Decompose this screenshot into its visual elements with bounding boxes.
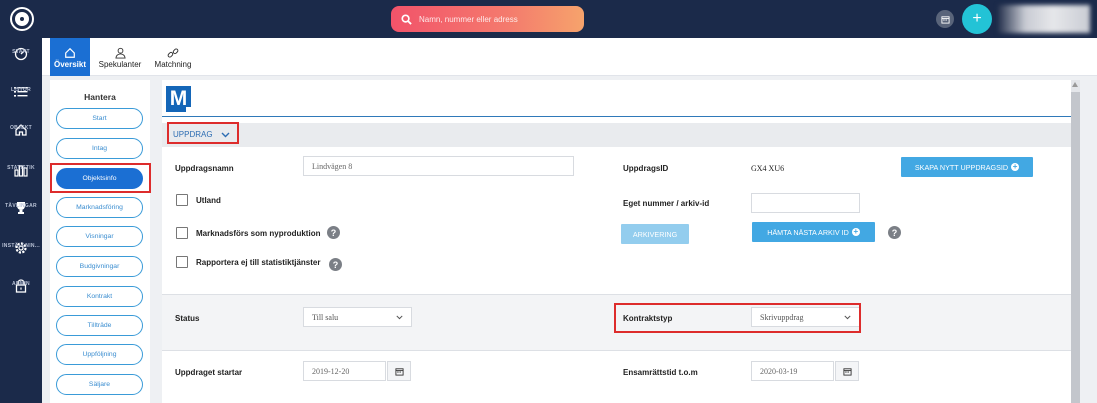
uppdragsid-label: UppdragsID [623,164,669,173]
highlight-kontraktstyp [614,303,861,333]
tab-label: Spekulanter [98,59,142,69]
ensamratt-input[interactable]: 2020-03-19 [751,361,834,381]
eget-nummer-label: Eget nummer / arkiv-id [623,199,710,208]
tab-label: Matchning [154,59,192,69]
search-input[interactable] [419,14,569,24]
manage-panel: Hantera Start Intag Objektsinfo Marknads… [50,80,150,403]
section-bar: UPPDRAG [162,123,1071,147]
uppdragsid-value: GX4 XU6 [751,164,785,173]
calendar-icon [842,367,852,376]
uppdragsnamn-label: Uppdragsnamn [175,164,234,173]
chevron-down-icon [396,315,403,319]
calendar-icon [940,15,950,24]
uppdragsnamn-input[interactable]: Lindvägen 8 [303,156,574,176]
startar-label: Uppdraget startar [175,368,243,377]
manage-item-uppfoljning[interactable]: Uppföljning [56,344,143,365]
manage-item-budgivningar[interactable]: Budgivningar [56,256,143,277]
people-icon [114,46,127,60]
status-select[interactable]: Till salu [303,307,412,327]
main-panel: M UPPDRAG Uppdragsnamn Lindvägen 8 Uppdr… [162,80,1071,403]
row-divider [162,294,1071,295]
tab-matchning[interactable]: Matchning [148,38,198,76]
header-divider [162,116,1071,117]
top-bar: + [0,0,1097,38]
rail-item-objekt[interactable]: OBJEKT [0,122,42,138]
manage-item-marknadsforing[interactable]: Marknadsföring [56,197,143,218]
eget-nummer-input[interactable] [751,193,860,213]
left-rail: START LISTOR OBJEKT STATISTIK TÄVLINGAR … [0,38,42,403]
link-icon [167,46,179,60]
skapa-label: SKAPA NYTT UPPDRAGSID [914,162,1009,172]
help-icon[interactable]: ? [327,226,340,239]
brand-logo: M [166,86,191,112]
plus-circle-icon: + [1011,162,1020,171]
manage-item-tilltrade[interactable]: Tillträde [56,315,143,336]
help-icon[interactable]: ? [888,226,901,239]
manage-item-visningar[interactable]: Visningar [56,226,143,247]
app-logo[interactable] [10,7,34,31]
startar-input[interactable]: 2019-12-20 [303,361,386,381]
hamta-arkiv-id-button[interactable]: HÄMTA NÄSTA ARKIV ID + [752,222,875,242]
nyproduktion-checkbox[interactable] [176,227,188,239]
rail-item-statistik[interactable]: STATISTIK [0,162,42,178]
user-menu[interactable] [998,5,1090,33]
rail-label: START [12,49,30,55]
rail-label: ADMIN [12,281,30,287]
utland-label: Utland [196,196,221,205]
rail-label: STATISTIK [7,165,35,171]
help-icon[interactable]: ? [329,258,342,271]
rail-label: INSTÄLLNIN... [2,243,40,249]
rail-item-tavlingar[interactable]: TÄVLINGAR [0,200,42,216]
manage-item-intag[interactable]: Intag [56,138,143,159]
ensamratt-date-button[interactable] [835,361,859,381]
manage-item-kontrakt[interactable]: Kontrakt [56,286,143,307]
tab-label: Översikt [53,59,87,69]
hamta-label: HÄMTA NÄSTA ARKIV ID [767,227,849,237]
tab-bar: Översikt Spekulanter Matchning [42,38,1097,76]
rail-item-start[interactable]: START [0,46,42,62]
nyproduktion-label: Marknadsförs som nyproduktion [196,229,321,238]
startar-date-button[interactable] [387,361,411,381]
add-button[interactable]: + [962,4,992,34]
rail-item-admin[interactable]: ADMIN [0,278,42,294]
scrollbar-thumb[interactable] [1071,92,1080,403]
manage-title: Hantera [84,92,116,102]
rail-item-listor[interactable]: LISTOR [0,84,42,100]
search-box[interactable] [391,6,584,32]
plus-circle-icon: + [851,227,860,236]
statistik-label: Rapportera ej till statistiktjänster [196,258,321,267]
house-icon [64,46,76,60]
ensamratt-label: Ensamrättstid t.o.m [623,368,698,377]
utland-checkbox[interactable] [176,194,188,206]
statistik-checkbox[interactable] [176,256,188,268]
arkivering-button[interactable]: ARKIVERING [621,224,689,244]
rail-item-installningar[interactable]: INSTÄLLNIN... [0,240,42,256]
calendar-icon [394,367,404,376]
tab-spekulanter[interactable]: Spekulanter [97,38,143,76]
status-value: Till salu [312,312,339,322]
search-icon [401,13,412,25]
rail-label: TÄVLINGAR [5,203,37,209]
status-label: Status [175,314,200,323]
tab-oversikt[interactable]: Översikt [50,38,90,76]
skapa-uppdragsid-button[interactable]: SKAPA NYTT UPPDRAGSID + [901,157,1033,177]
manage-item-start[interactable]: Start [56,108,143,129]
add-button-label: + [972,10,982,27]
highlight-uppdrag [167,122,239,144]
highlight-objektsinfo [50,163,151,193]
rail-label: LISTOR [10,87,32,93]
manage-item-saljare[interactable]: Säljare [56,374,143,395]
scroll-up-arrow[interactable] [1072,82,1078,87]
row-divider [162,350,1071,351]
calendar-button[interactable] [936,10,954,28]
rail-label: OBJEKT [9,125,33,131]
